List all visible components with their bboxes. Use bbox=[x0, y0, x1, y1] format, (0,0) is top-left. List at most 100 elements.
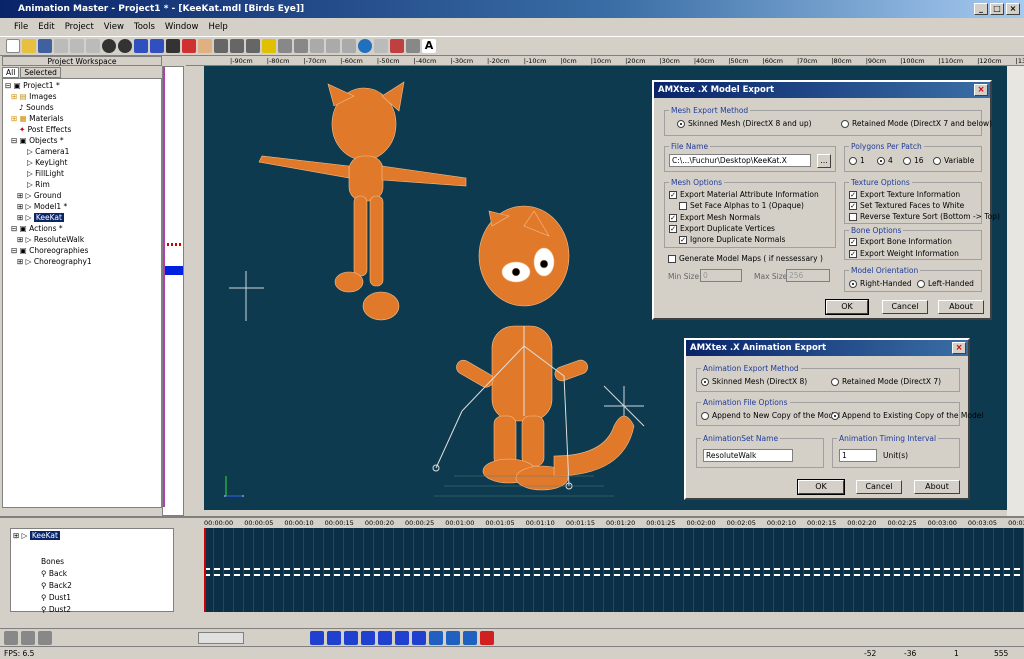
file-name-field[interactable]: C:\...\Fuchur\Desktop\KeeKat.X bbox=[669, 154, 811, 167]
cancel-button[interactable]: Cancel bbox=[856, 480, 902, 494]
left-handed-radio[interactable]: Left-Handed bbox=[917, 279, 974, 288]
retained-radio[interactable]: Retained Mode (DirectX 7 and below) bbox=[841, 119, 992, 128]
fit-icon[interactable] bbox=[230, 39, 244, 53]
tree-item[interactable]: ⚲ Back bbox=[41, 569, 67, 578]
close-icon[interactable]: × bbox=[952, 342, 966, 354]
reverse-sort-checkbox[interactable]: Reverse Texture Sort (Bottom -> Top) bbox=[849, 212, 1000, 221]
tree-item[interactable]: ▷ KeyLight bbox=[27, 158, 67, 167]
muscle-mode-icon[interactable] bbox=[278, 39, 292, 53]
anim-skinned-radio[interactable]: Skinned Mesh (DirectX 8) bbox=[701, 377, 807, 386]
tree-item[interactable]: ⊞ ▷ KeeKat bbox=[17, 213, 64, 222]
render-icon[interactable] bbox=[134, 39, 148, 53]
open-icon[interactable] bbox=[22, 39, 36, 53]
poly-radio-16[interactable]: 16 bbox=[903, 156, 924, 165]
generate-maps-checkbox[interactable]: Generate Model Maps ( if nessessary ) bbox=[668, 254, 823, 263]
undo-icon[interactable] bbox=[102, 39, 116, 53]
cube-icon[interactable] bbox=[429, 630, 443, 645]
menu-edit[interactable]: Edit bbox=[38, 22, 54, 32]
tree-item[interactable]: ⊞ ▤ Images bbox=[11, 92, 57, 101]
new-icon[interactable] bbox=[6, 39, 20, 53]
cancel-button[interactable]: Cancel bbox=[882, 300, 928, 314]
maximize-button[interactable]: □ bbox=[990, 3, 1004, 15]
cut-icon[interactable] bbox=[54, 39, 68, 53]
star-icon[interactable] bbox=[480, 630, 494, 645]
paste-icon[interactable] bbox=[86, 39, 100, 53]
save-icon[interactable] bbox=[38, 39, 52, 53]
play-icon[interactable] bbox=[412, 630, 426, 645]
tree-item[interactable]: ▷ Rim bbox=[27, 180, 50, 189]
grid-icon[interactable] bbox=[374, 39, 388, 53]
frame-field[interactable] bbox=[198, 631, 244, 644]
wireframe-icon[interactable] bbox=[406, 39, 420, 53]
export-material-checkbox[interactable]: ✓ Export Material Attribute Information bbox=[669, 190, 819, 199]
render-lock-icon[interactable] bbox=[150, 39, 164, 53]
tree-item[interactable]: ⊞ ▷ KeeKat bbox=[13, 531, 60, 540]
menu-window[interactable]: Window bbox=[165, 22, 199, 32]
menu-tools[interactable]: Tools bbox=[134, 22, 155, 32]
workspace-timeline-strip[interactable] bbox=[162, 66, 184, 516]
tree-item[interactable]: ⊟ ▣ Choreographies bbox=[11, 246, 88, 255]
right-toolbar[interactable] bbox=[1007, 66, 1024, 516]
poly-radio-4[interactable]: 4 bbox=[877, 156, 893, 165]
tree-item[interactable]: ✦ Post Effects bbox=[19, 125, 71, 134]
tree-item[interactable]: ⚲ Back2 bbox=[41, 581, 72, 590]
translate-icon[interactable] bbox=[310, 39, 324, 53]
bone-mode-icon[interactable] bbox=[262, 39, 276, 53]
copy-icon[interactable] bbox=[70, 39, 84, 53]
tree-item[interactable]: ♪ Sounds bbox=[19, 103, 54, 112]
ok-button[interactable]: OK bbox=[825, 299, 869, 315]
close-icon[interactable]: × bbox=[974, 84, 988, 96]
timing-field[interactable]: 1 bbox=[839, 449, 877, 462]
tab-all[interactable]: All bbox=[2, 67, 20, 78]
redo-icon[interactable] bbox=[118, 39, 132, 53]
keyframe-icon[interactable] bbox=[21, 630, 35, 645]
menu-help[interactable]: Help bbox=[208, 22, 227, 32]
rotate-icon[interactable] bbox=[342, 39, 356, 53]
minimize-button[interactable]: _ bbox=[974, 3, 988, 15]
browse-button[interactable]: ... bbox=[817, 154, 831, 168]
close-button[interactable]: × bbox=[1006, 3, 1020, 15]
texture-icon[interactable] bbox=[390, 39, 404, 53]
duplicate-vertices-checkbox[interactable]: ✓ Export Duplicate Vertices bbox=[669, 224, 775, 233]
turn-icon[interactable] bbox=[246, 39, 260, 53]
menu-file[interactable]: File bbox=[14, 22, 28, 32]
camera-icon[interactable] bbox=[166, 39, 180, 53]
tree-item[interactable]: ⊞ ▷ Model1 * bbox=[17, 202, 67, 211]
ignore-normals-checkbox[interactable]: ✓ Ignore Duplicate Normals bbox=[679, 235, 785, 244]
export-bones-checkbox[interactable]: ✓ Export Bone Information bbox=[849, 237, 952, 246]
light-icon[interactable] bbox=[182, 39, 196, 53]
set-name-field[interactable]: ResoluteWalk bbox=[703, 449, 793, 462]
skeletal-mode-icon[interactable] bbox=[294, 39, 308, 53]
ok-button[interactable]: OK bbox=[797, 479, 845, 495]
keyframe-icon[interactable] bbox=[38, 630, 52, 645]
keyframe-icon[interactable] bbox=[4, 630, 18, 645]
tree-item[interactable]: ⚲ Dust1 bbox=[41, 593, 71, 602]
append-new-radio[interactable]: Append to New Copy of the Model bbox=[701, 411, 840, 420]
tree-item[interactable]: ⚲ Dust2 bbox=[41, 605, 71, 614]
export-weights-checkbox[interactable]: ✓ Export Weight Information bbox=[849, 249, 959, 258]
globe-icon[interactable] bbox=[358, 39, 372, 53]
append-existing-radio[interactable]: Append to Existing Copy of the Model bbox=[831, 411, 983, 420]
tree-item[interactable]: ⊞ ▷ ResoluteWalk bbox=[17, 235, 84, 244]
about-button[interactable]: About bbox=[938, 300, 984, 314]
anim-retained-radio[interactable]: Retained Mode (DirectX 7) bbox=[831, 377, 941, 386]
tree-item[interactable]: ▷ FillLight bbox=[27, 169, 64, 178]
skinned-radio[interactable]: Skinned Mesh (DirectX 8 and up) bbox=[677, 119, 812, 128]
play-icon[interactable] bbox=[361, 630, 375, 645]
poly-radio-variable[interactable]: Variable bbox=[933, 156, 974, 165]
tree-item[interactable]: ⊞ ▷ Choreography1 bbox=[17, 257, 92, 266]
text-icon[interactable]: A bbox=[422, 39, 436, 53]
tree-item[interactable]: ⊟ ▣ Actions * bbox=[11, 224, 63, 233]
tree-item[interactable]: ⊟ ▣ Project1 * bbox=[5, 81, 60, 90]
textured-white-checkbox[interactable]: ✓ Set Textured Faces to White bbox=[849, 201, 964, 210]
export-normals-checkbox[interactable]: ✓ Export Mesh Normals bbox=[669, 213, 760, 222]
play-icon[interactable] bbox=[327, 630, 341, 645]
play-icon[interactable] bbox=[344, 630, 358, 645]
tree-item[interactable]: Bones bbox=[41, 557, 64, 566]
scale-icon[interactable] bbox=[326, 39, 340, 53]
tree-item[interactable]: ⊟ ▣ Objects * bbox=[11, 136, 64, 145]
menu-view[interactable]: View bbox=[104, 22, 124, 32]
cube-icon[interactable] bbox=[463, 630, 477, 645]
play-icon[interactable] bbox=[310, 630, 324, 645]
timeline-track[interactable] bbox=[204, 528, 1024, 612]
